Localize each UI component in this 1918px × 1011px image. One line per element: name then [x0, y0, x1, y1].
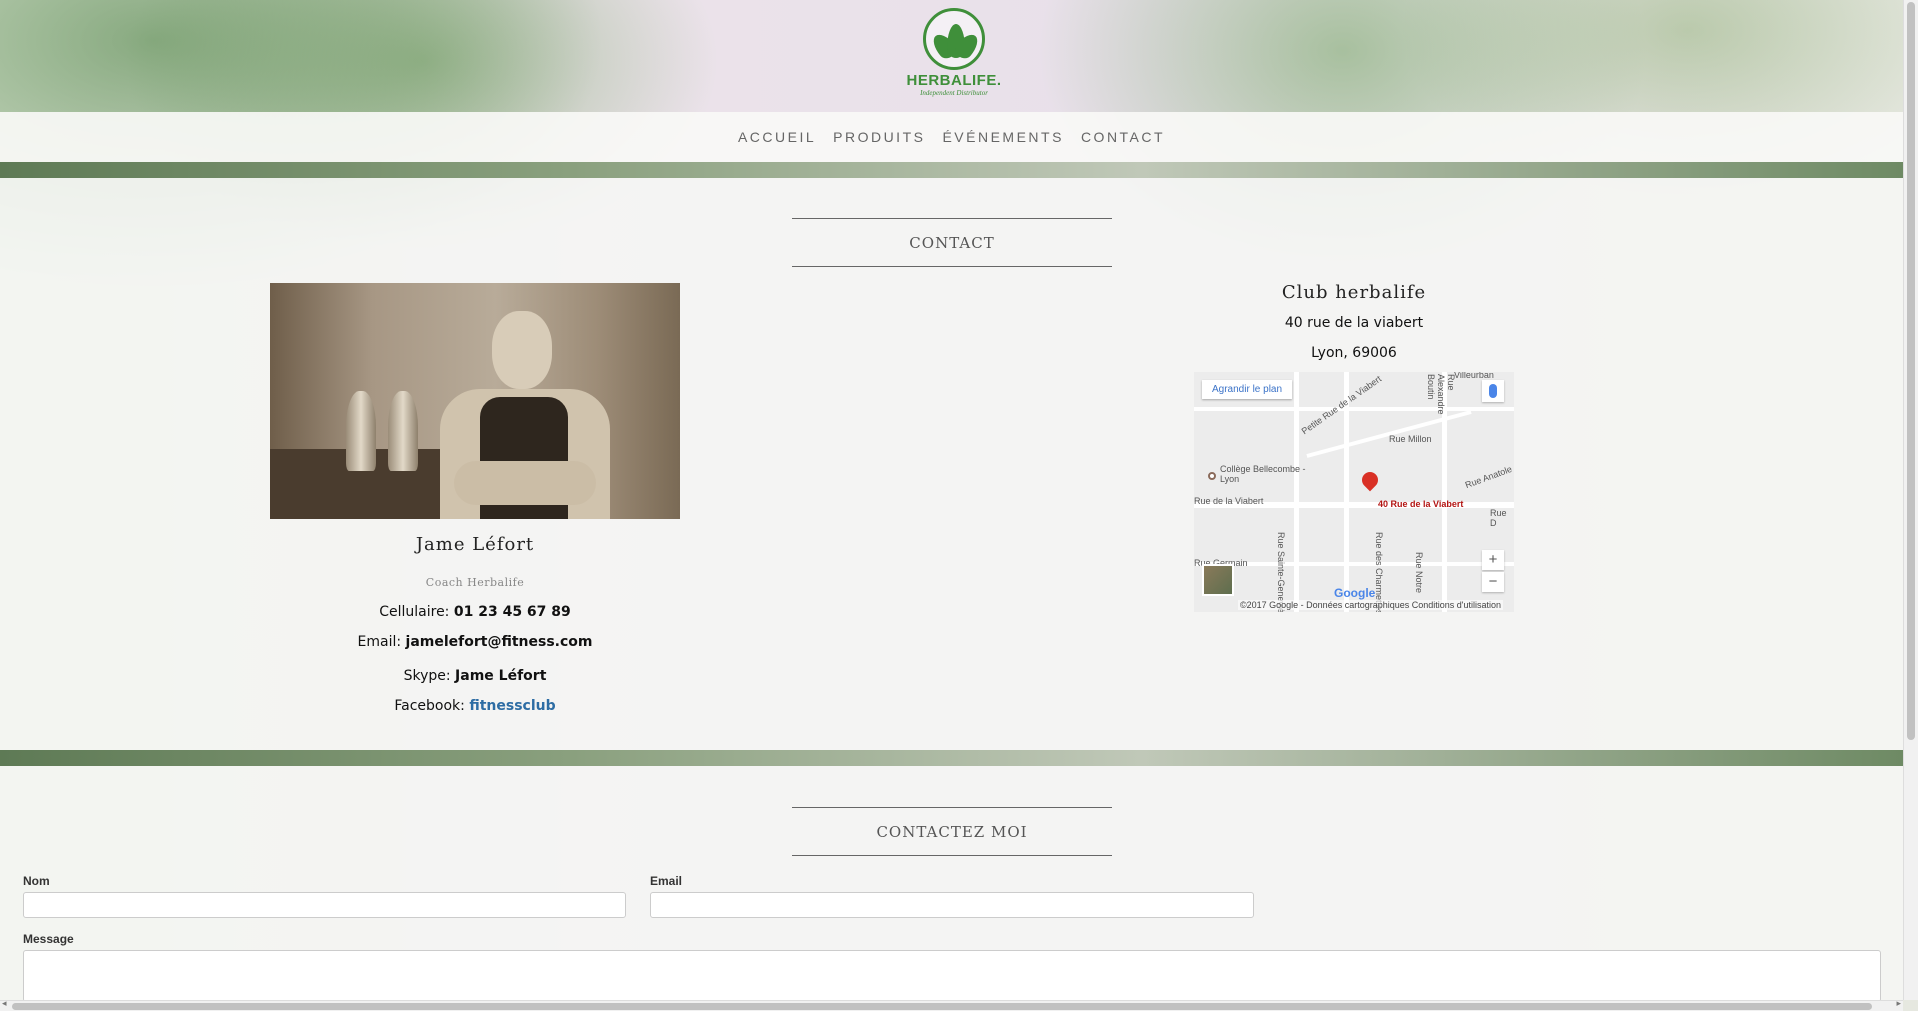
map-poi-label: Collège Bellecombe - Lyon	[1220, 464, 1306, 484]
map-street-label: Rue Alexandre Boutin	[1426, 374, 1456, 415]
coach-facebook: Facebook: fitnessclub	[270, 698, 680, 714]
zoom-out-button[interactable]: −	[1482, 572, 1504, 592]
satellite-toggle-button[interactable]	[1202, 564, 1234, 596]
decorative-band	[0, 162, 1903, 178]
email-label: Email:	[357, 634, 402, 650]
contact-section-title: CONTACT	[792, 218, 1112, 267]
nav-item-produits[interactable]: PRODUITS	[833, 129, 925, 145]
cell-value: 01 23 45 67 89	[453, 604, 571, 620]
nav-item-accueil[interactable]: ACCUEIL	[738, 129, 816, 145]
map-terms-link[interactable]: Conditions d'utilisation	[1412, 600, 1501, 610]
club-address: 40 rue de la viabert	[1284, 315, 1424, 331]
nom-input[interactable]	[23, 892, 626, 918]
herbalife-logo[interactable]: HERBALIFE. Independent Distributor	[902, 8, 1006, 97]
google-map[interactable]: Petite Rue de la Viabert Rue Millon Rue …	[1194, 372, 1514, 612]
map-attribution: ©2017 Google - Données cartographiques C…	[1238, 600, 1504, 610]
street-view-pegman-icon[interactable]	[1482, 380, 1504, 402]
zoom-in-button[interactable]: +	[1482, 550, 1504, 570]
horizontal-scrollbar[interactable]: ◂ ▸	[0, 999, 1903, 1011]
map-street-label: Rue Millon	[1389, 434, 1432, 444]
coach-email: Email: jamelefort@fitness.com	[270, 634, 680, 650]
map-street-label: Rue Anatole	[1463, 463, 1514, 491]
coach-name: Jame Léfort	[415, 534, 535, 555]
site-header: HERBALIFE. Independent Distributor	[0, 0, 1903, 112]
map-street-label: Rue de la Viabert	[1194, 496, 1264, 506]
skype-value: Jame Léfort	[455, 668, 547, 684]
cell-label: Cellulaire:	[379, 604, 450, 620]
coach-photo	[270, 283, 680, 519]
main-nav: ACCUEIL PRODUITS ÉVÉNEMENTS CONTACT	[0, 112, 1903, 162]
email-input[interactable]	[650, 892, 1254, 918]
nav-item-evenements[interactable]: ÉVÉNEMENTS	[942, 129, 1063, 145]
facebook-label: Facebook:	[394, 698, 465, 714]
scroll-left-icon[interactable]: ◂	[2, 999, 7, 1009]
school-poi-icon	[1208, 472, 1216, 480]
message-label: Message	[23, 932, 74, 946]
club-name: Club herbalife	[1281, 282, 1427, 303]
map-copyright: ©2017 Google - Données cartographiques	[1240, 600, 1410, 610]
coach-cellphone: Cellulaire: 01 23 45 67 89	[270, 604, 680, 620]
message-textarea[interactable]	[23, 950, 1881, 1002]
coach-role: Coach Herbalife	[425, 576, 525, 589]
google-logo: Google	[1334, 586, 1376, 600]
email-value: jamelefort@fitness.com	[405, 634, 593, 650]
contact-form-title: CONTACTEZ MOI	[792, 807, 1112, 856]
map-pin-icon[interactable]	[1358, 468, 1382, 492]
vertical-scrollbar[interactable]	[1903, 0, 1918, 1000]
map-street-label: Villeurban	[1454, 372, 1494, 380]
map-pin-label: 40 Rue de la Viabert	[1378, 499, 1464, 509]
nom-label: Nom	[23, 874, 50, 888]
leaf-logo-icon	[923, 8, 985, 70]
map-street-label: Rue D	[1490, 508, 1507, 528]
facebook-link[interactable]: fitnessclub	[469, 698, 555, 714]
skype-label: Skype:	[403, 668, 451, 684]
map-street-label: Petite Rue de la Viabert	[1299, 373, 1384, 437]
scroll-right-icon[interactable]: ▸	[1896, 999, 1901, 1009]
decorative-band	[0, 750, 1903, 766]
map-street-label: Rue Notre	[1414, 552, 1424, 594]
nav-item-contact[interactable]: CONTACT	[1081, 129, 1165, 145]
coach-skype: Skype: Jame Léfort	[270, 668, 680, 684]
email-label: Email	[650, 874, 683, 888]
logo-tagline: Independent Distributor	[920, 89, 988, 97]
logo-brand-text: HERBALIFE.	[906, 72, 1002, 89]
club-city: Lyon, 69006	[1311, 345, 1397, 361]
enlarge-map-link[interactable]: Agrandir le plan	[1202, 380, 1293, 399]
